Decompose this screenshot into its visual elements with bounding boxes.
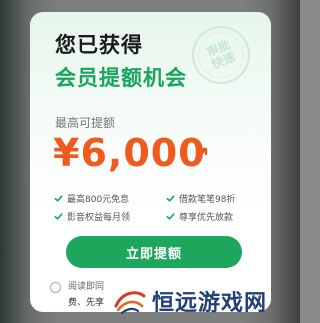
- watermark-logo-icon: [114, 291, 146, 315]
- check-icon: [54, 195, 63, 202]
- max-limit-label: 最高可提额: [55, 116, 116, 130]
- benefit-item: 借款笔笔98折: [166, 192, 235, 205]
- approval-stamp-icon: 审批 快速: [183, 17, 259, 93]
- headline-subtitle: 会员提额机会: [55, 66, 187, 90]
- check-icon: [166, 195, 175, 202]
- upgrade-offer-dialog: 您已获得 会员提额机会 审批 快速 最高可提额 ¥6,000 最高800元免息 …: [30, 12, 271, 312]
- agreement-text: 阅读即同: [68, 282, 105, 292]
- benefit-item: 影音权益每月领: [54, 210, 130, 223]
- check-icon: [166, 213, 175, 220]
- watermark-text: 恒远游戏网: [152, 290, 268, 316]
- headline-title: 您已获得: [55, 33, 143, 57]
- benefit-item: 尊享优先放款: [166, 210, 233, 223]
- increase-arrow-icon: [197, 147, 208, 158]
- site-watermark: 恒远游戏网: [112, 284, 298, 318]
- benefit-item: 最高800元免息: [54, 192, 129, 205]
- agreement-checkbox[interactable]: [50, 282, 61, 293]
- check-icon: [54, 213, 63, 220]
- credit-amount: ¥6,000: [53, 131, 206, 175]
- agreement-text-continued: 费、先享: [68, 298, 105, 308]
- raise-limit-button[interactable]: 立即提额: [66, 236, 242, 268]
